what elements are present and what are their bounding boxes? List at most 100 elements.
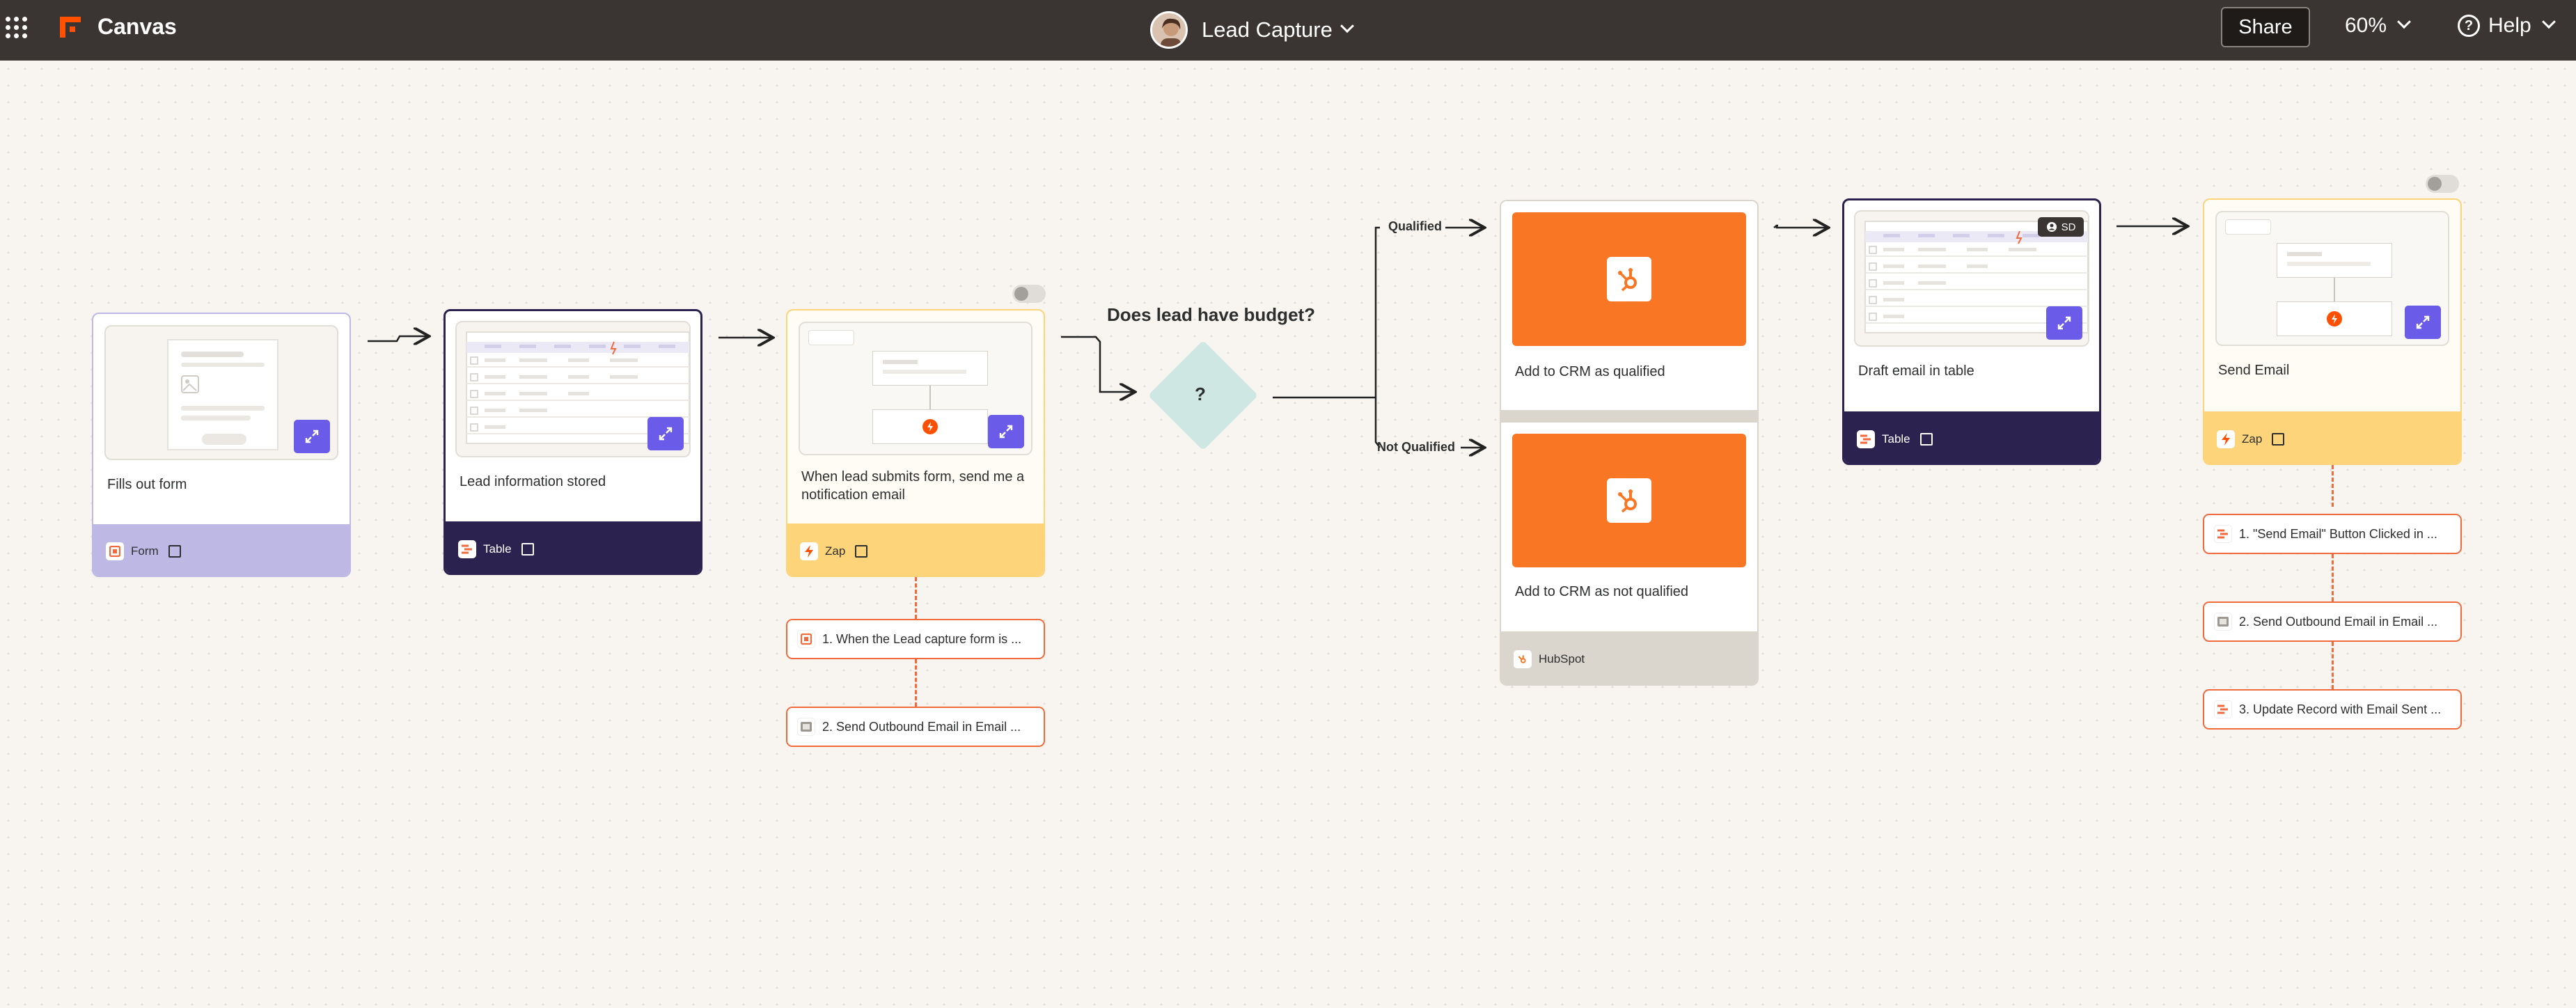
image-icon — [181, 375, 199, 393]
table-icon — [2214, 700, 2232, 718]
card-footer: Table — [446, 521, 700, 573]
zap-bolt-icon — [922, 419, 938, 434]
card-title: Send Email — [2218, 363, 2290, 378]
step-connector — [2332, 642, 2334, 689]
help-button[interactable]: ? Help — [2458, 14, 2556, 38]
card-title: Lead information stored — [460, 474, 606, 489]
app-title: Canvas — [97, 14, 177, 39]
hubspot-card[interactable]: Add to CRM as qualified Add to CRM as no… — [1500, 200, 1759, 686]
form-icon — [106, 542, 124, 560]
card-title: Draft email in table — [1858, 363, 1974, 379]
zoom-dropdown[interactable]: 60% — [2345, 14, 2411, 38]
form-card[interactable]: Fills out form Form — [92, 313, 351, 577]
card-divider — [1501, 410, 1757, 423]
expand-button[interactable] — [2405, 306, 2441, 339]
branch-label-qualified: Qualified — [1388, 219, 1443, 233]
help-label: Help — [2488, 14, 2531, 37]
step-label: 1. When the Lead capture form is ... — [822, 631, 1022, 646]
zap-step[interactable]: 3. Update Record with Email Sent ... — [2203, 689, 2462, 730]
decision-question: Does lead have budget? — [1107, 304, 1316, 325]
zap-icon — [2217, 430, 2235, 448]
share-button[interactable]: Share — [2221, 7, 2310, 47]
zap-step[interactable]: 1. When the Lead capture form is ... — [786, 619, 1045, 659]
user-icon — [2046, 222, 2057, 232]
table-icon — [1857, 430, 1875, 448]
chevron-down-icon — [2541, 15, 2556, 29]
table-icon — [2214, 525, 2232, 543]
external-link-icon[interactable] — [521, 543, 534, 556]
card-footer: Zap — [2204, 411, 2460, 464]
step-connector — [915, 577, 917, 619]
expand-icon — [659, 427, 673, 441]
branch-label-not-qualified: Not Qualified — [1377, 440, 1455, 454]
expand-icon — [305, 430, 319, 443]
card-title: Add to CRM as qualified — [1515, 364, 1665, 379]
email-icon — [797, 718, 815, 736]
zap-step[interactable]: 2. Send Outbound Email in Email ... — [2203, 601, 2462, 642]
card-footer: HubSpot — [1501, 631, 1757, 684]
expand-icon — [999, 425, 1013, 439]
zap-toggle[interactable] — [2426, 175, 2459, 193]
zoom-label: 60% — [2345, 14, 2387, 37]
expand-button[interactable] — [988, 415, 1024, 448]
step-label: 3. Update Record with Email Sent ... — [2239, 702, 2442, 716]
app-label: Table — [1882, 432, 1910, 446]
step-connector — [915, 659, 917, 707]
step-label: 1. "Send Email" Button Clicked in ... — [2239, 526, 2437, 541]
zapier-logo-icon[interactable] — [60, 17, 81, 38]
zap-step[interactable]: 2. Send Outbound Email in Email ... — [786, 707, 1045, 747]
external-link-icon[interactable] — [855, 544, 868, 558]
zap-bolt-icon — [2327, 311, 2342, 326]
step-connector — [2332, 554, 2334, 601]
card-title: Fills out form — [107, 477, 187, 492]
expand-button[interactable] — [294, 420, 330, 453]
app-label: Zap — [2242, 432, 2263, 446]
app-label: Form — [131, 544, 159, 558]
chevron-down-icon — [1340, 19, 1354, 33]
table-card-lead-info[interactable]: Lead information stored Table — [443, 309, 702, 575]
help-icon: ? — [2458, 15, 2480, 37]
chevron-down-icon — [2397, 15, 2411, 29]
avatar — [1150, 11, 1188, 49]
card-footer: Zap — [787, 523, 1044, 576]
zap-card-notification[interactable]: When lead submits form, send me a notifi… — [786, 309, 1045, 577]
form-icon — [797, 630, 815, 648]
connector-arrows — [368, 61, 2576, 1008]
zap-card-send-email[interactable]: Send Email Zap — [2203, 198, 2462, 465]
canvas-area[interactable]: Fills out form Form Lead information sto… — [0, 61, 2576, 1008]
expand-button[interactable] — [647, 417, 684, 450]
zap-icon — [800, 542, 818, 560]
table-card-draft-email[interactable]: SD Draft email in table Table — [1842, 198, 2101, 465]
step-label: 2. Send Outbound Email in Email ... — [822, 719, 1021, 734]
app-label: HubSpot — [1539, 652, 1585, 666]
hubspot-icon — [1514, 650, 1532, 668]
external-link-icon[interactable] — [168, 545, 181, 558]
step-label: 2. Send Outbound Email in Email ... — [2239, 614, 2438, 629]
zap-toggle[interactable] — [1012, 285, 1046, 303]
hubspot-preview-qualified — [1512, 212, 1746, 346]
external-link-icon[interactable] — [2272, 432, 2285, 446]
table-icon — [458, 540, 476, 558]
external-link-icon[interactable] — [1919, 433, 1933, 446]
card-title: When lead submits form, send me a notifi… — [801, 469, 1025, 503]
card-footer: Form — [93, 524, 350, 576]
expand-button[interactable] — [2046, 306, 2082, 340]
app-label: Table — [483, 542, 512, 556]
app-grid-icon[interactable] — [6, 17, 28, 39]
zap-step[interactable]: 1. "Send Email" Button Clicked in ... — [2203, 514, 2462, 554]
card-footer: Table — [1844, 411, 2099, 463]
hubspot-preview-not-qualified — [1512, 434, 1746, 567]
card-title: Add to CRM as not qualified — [1515, 584, 1689, 599]
expand-icon — [2057, 316, 2071, 330]
app-label: Zap — [825, 544, 846, 558]
hubspot-icon — [1618, 489, 1637, 513]
hubspot-icon — [1618, 268, 1637, 292]
assignee-badge: SD — [2038, 217, 2084, 237]
top-bar: Canvas Lead Capture Share 60% ? Help — [0, 0, 2576, 61]
step-connector — [2332, 465, 2334, 507]
expand-icon — [2416, 315, 2430, 329]
decision-symbol: ? — [1195, 384, 1206, 404]
zap-selector[interactable]: Lead Capture — [1150, 9, 1354, 51]
zap-name: Lead Capture — [1202, 17, 1333, 42]
email-icon — [2214, 613, 2232, 631]
